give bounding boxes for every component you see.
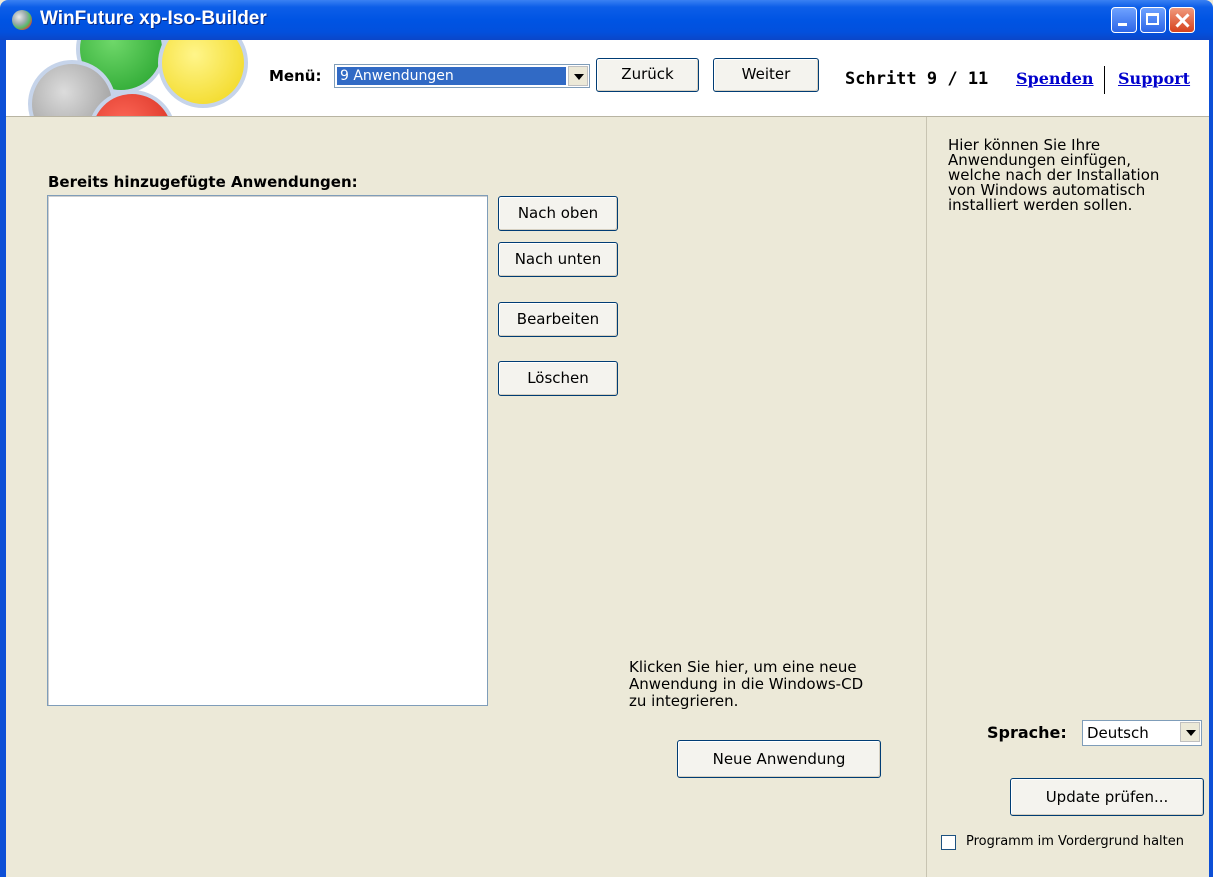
logo-yellow-circle	[158, 40, 248, 108]
new-app-hint: Klicken Sie hier, um eine neue Anwendung…	[629, 658, 864, 710]
step-indicator: Schritt 9 / 11	[845, 69, 989, 89]
chevron-down-icon[interactable]	[568, 66, 588, 86]
language-dropdown-value: Deutsch	[1087, 724, 1149, 742]
foreground-checkbox-label[interactable]: Programm im Vordergrund halten	[966, 834, 1184, 849]
cd-icon	[12, 10, 32, 30]
maximize-icon[interactable]	[1140, 7, 1166, 33]
support-link[interactable]: Support	[1118, 69, 1190, 88]
delete-button[interactable]: Löschen	[498, 361, 618, 396]
edit-button[interactable]: Bearbeiten	[498, 302, 618, 337]
new-application-button[interactable]: Neue Anwendung	[677, 740, 881, 778]
language-label: Sprache:	[987, 723, 1067, 742]
app-window: WinFuture xp-Iso-Builder Menü: 9 Anwendu…	[0, 0, 1213, 877]
window-title: WinFuture xp-Iso-Builder	[40, 8, 267, 29]
help-text: Hier können Sie Ihre Anwendungen einfüge…	[948, 136, 1160, 214]
check-update-button[interactable]: Update prüfen...	[1010, 778, 1204, 816]
window-border-left	[0, 40, 6, 877]
applications-listbox[interactable]	[47, 195, 488, 706]
move-down-button[interactable]: Nach unten	[498, 242, 618, 277]
menu-dropdown[interactable]: 9 Anwendungen	[334, 64, 590, 88]
close-icon[interactable]	[1169, 7, 1195, 33]
chevron-down-icon[interactable]	[1180, 722, 1200, 742]
link-divider	[1104, 66, 1105, 94]
minimize-icon[interactable]	[1111, 7, 1137, 33]
donate-link[interactable]: Spenden	[1016, 69, 1094, 88]
next-button[interactable]: Weiter	[713, 58, 819, 92]
menu-dropdown-value: 9 Anwendungen	[337, 67, 566, 85]
move-up-button[interactable]: Nach oben	[498, 196, 618, 231]
back-button[interactable]: Zurück	[596, 58, 699, 92]
language-dropdown[interactable]: Deutsch	[1082, 720, 1202, 746]
applications-list-label: Bereits hinzugefügte Anwendungen:	[48, 173, 358, 191]
menu-label: Menü:	[269, 67, 322, 85]
top-toolbar: Menü: 9 Anwendungen Zurück Weiter Schrit…	[6, 40, 1209, 117]
foreground-checkbox[interactable]	[941, 835, 956, 850]
right-help-panel	[926, 117, 1210, 877]
title-bar[interactable]: WinFuture xp-Iso-Builder	[0, 0, 1213, 40]
